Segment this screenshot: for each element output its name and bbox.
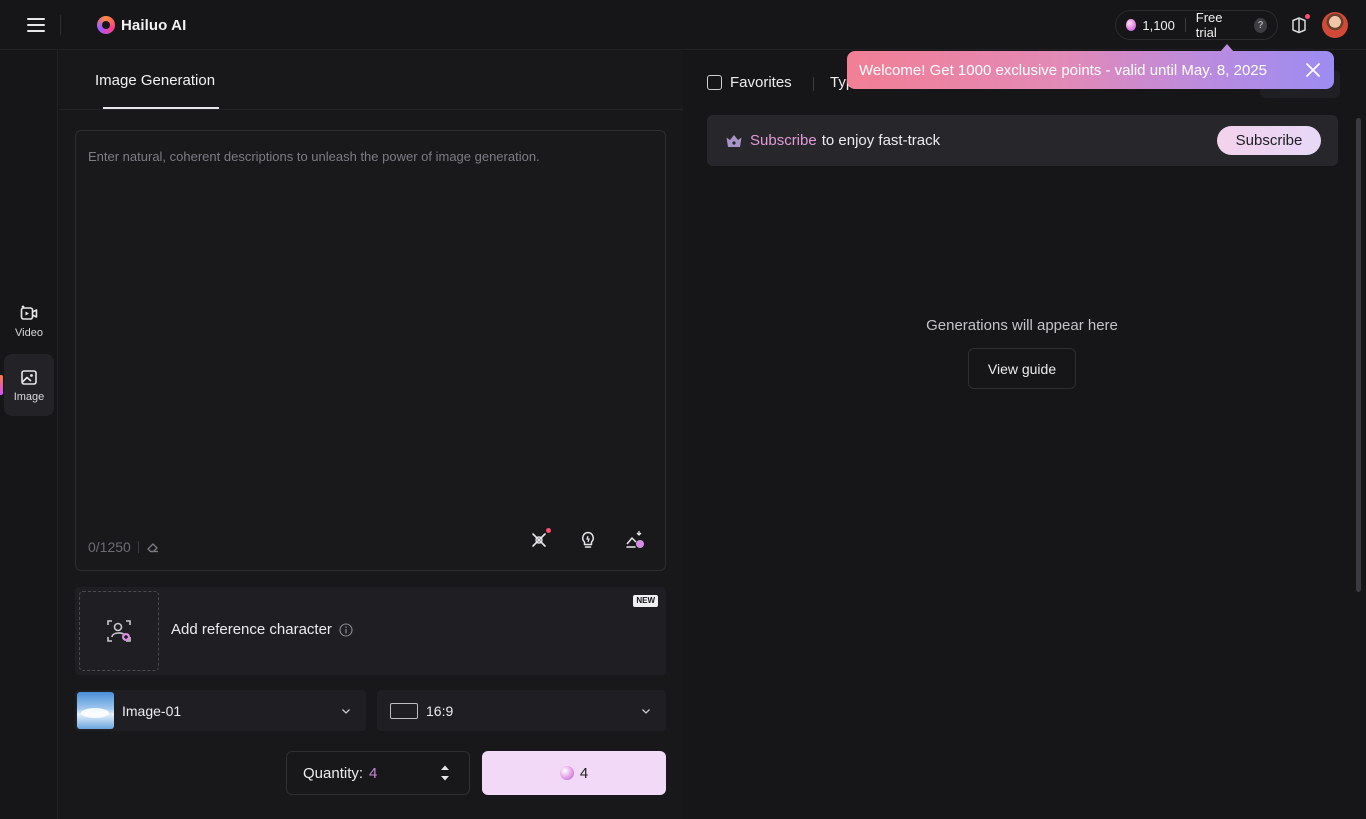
crown-icon [726, 134, 742, 147]
notification-button[interactable] [1286, 12, 1312, 38]
reference-label-text: Add reference character [171, 621, 332, 638]
favorites-checkbox[interactable] [707, 75, 722, 90]
new-badge: NEW [633, 595, 658, 607]
notification-dot [1305, 14, 1310, 19]
tab-bar: Image Generation [59, 50, 683, 110]
free-trial-link[interactable]: Free trial [1196, 10, 1240, 40]
logo-icon [97, 16, 115, 34]
points-pill[interactable]: 1,100 Free trial ? [1115, 10, 1278, 40]
subscribe-highlight: Subscribe [750, 132, 817, 149]
new-dot [546, 528, 551, 533]
generate-cost: 4 [579, 764, 589, 782]
eraser-icon[interactable] [146, 540, 160, 554]
welcome-toast: Welcome! Get 1000 exclusive points - val… [847, 51, 1334, 89]
brand-name: Hailuo AI [121, 16, 187, 34]
gem-icon [559, 766, 574, 780]
left-rail: Video Image [0, 50, 58, 819]
aspect-ratio-icon [390, 702, 418, 719]
view-guide-button[interactable]: View guide [968, 348, 1076, 389]
brand-logo[interactable]: Hailuo AI [97, 15, 186, 35]
aspect-ratio-value: 16:9 [426, 702, 454, 719]
image-upload-icon [626, 531, 644, 548]
model-thumbnail [77, 692, 114, 729]
model-name: Image-01 [122, 702, 182, 719]
counter-divider [137, 541, 139, 553]
chevron-down-icon [642, 708, 650, 714]
subscribe-text: to enjoy fast-track [821, 132, 941, 149]
quantity-arrows [435, 764, 455, 782]
decrement-icon[interactable] [440, 775, 450, 782]
subscribe-button[interactable]: Subscribe [1217, 126, 1321, 155]
info-icon[interactable] [339, 622, 353, 637]
menu-icon[interactable] [24, 13, 48, 37]
reference-upload-dropzone[interactable] [79, 591, 159, 671]
avatar[interactable] [1322, 12, 1348, 38]
close-icon[interactable] [1304, 61, 1322, 79]
chevron-down-icon [342, 708, 350, 714]
filter-divider [813, 77, 814, 91]
magic-tool-button[interactable] [528, 528, 551, 551]
top-bar: Hailuo AI 1,100 Free trial ? [0, 0, 1366, 50]
pill-divider [1184, 18, 1186, 32]
rail-item-label: Image [13, 391, 45, 403]
generate-button[interactable]: 4 [482, 751, 666, 795]
image-prompt-button[interactable] [624, 529, 646, 551]
inspiration-button[interactable] [577, 529, 599, 551]
tab-image-generation[interactable]: Image Generation [95, 72, 215, 89]
favorites-label: Favorites [730, 74, 792, 91]
points-balance: 1,100 [1142, 17, 1175, 33]
tab-underline [103, 107, 219, 109]
model-select[interactable]: Image-01 [75, 690, 366, 731]
subscribe-banner: Subscribe to enjoy fast-track Subscribe [707, 115, 1338, 166]
rail-item-video[interactable]: Video [4, 290, 54, 352]
prompt-box: 0/1250 [75, 130, 666, 571]
rail-active-indicator [0, 375, 3, 395]
favorites-filter[interactable]: Favorites [707, 74, 792, 91]
increment-icon[interactable] [440, 764, 450, 771]
char-count: 0/1250 [88, 539, 131, 555]
reference-label: Add reference character [171, 621, 353, 638]
scrollbar[interactable] [1356, 118, 1361, 592]
video-icon [20, 305, 38, 320]
empty-state-text: Generations will appear here [926, 317, 1118, 334]
top-divider [60, 15, 61, 35]
gem-icon [1126, 19, 1137, 31]
lightbulb-icon [582, 531, 594, 548]
toast-message: Welcome! Get 1000 exclusive points - val… [859, 61, 1267, 79]
quantity-value: 4 [369, 764, 378, 782]
add-person-icon [107, 620, 131, 642]
prompt-input[interactable] [88, 149, 648, 489]
quantity-label: Quantity: [303, 764, 364, 782]
reference-character-card: Add reference character NEW [75, 587, 666, 675]
image-generation-panel: Image Generation 0/1250 [59, 50, 683, 819]
image-icon [21, 370, 37, 385]
rail-item-label: Video [15, 327, 43, 339]
quantity-stepper[interactable]: Quantity: 4 [286, 751, 470, 795]
help-icon[interactable]: ? [1254, 17, 1267, 33]
char-counter: 0/1250 [88, 539, 160, 555]
rail-item-image[interactable]: Image [4, 354, 54, 416]
aspect-ratio-select[interactable]: 16:9 [377, 690, 666, 731]
generations-panel: Favorites Typ Subscribe to enjoy fast-tr… [684, 50, 1366, 819]
